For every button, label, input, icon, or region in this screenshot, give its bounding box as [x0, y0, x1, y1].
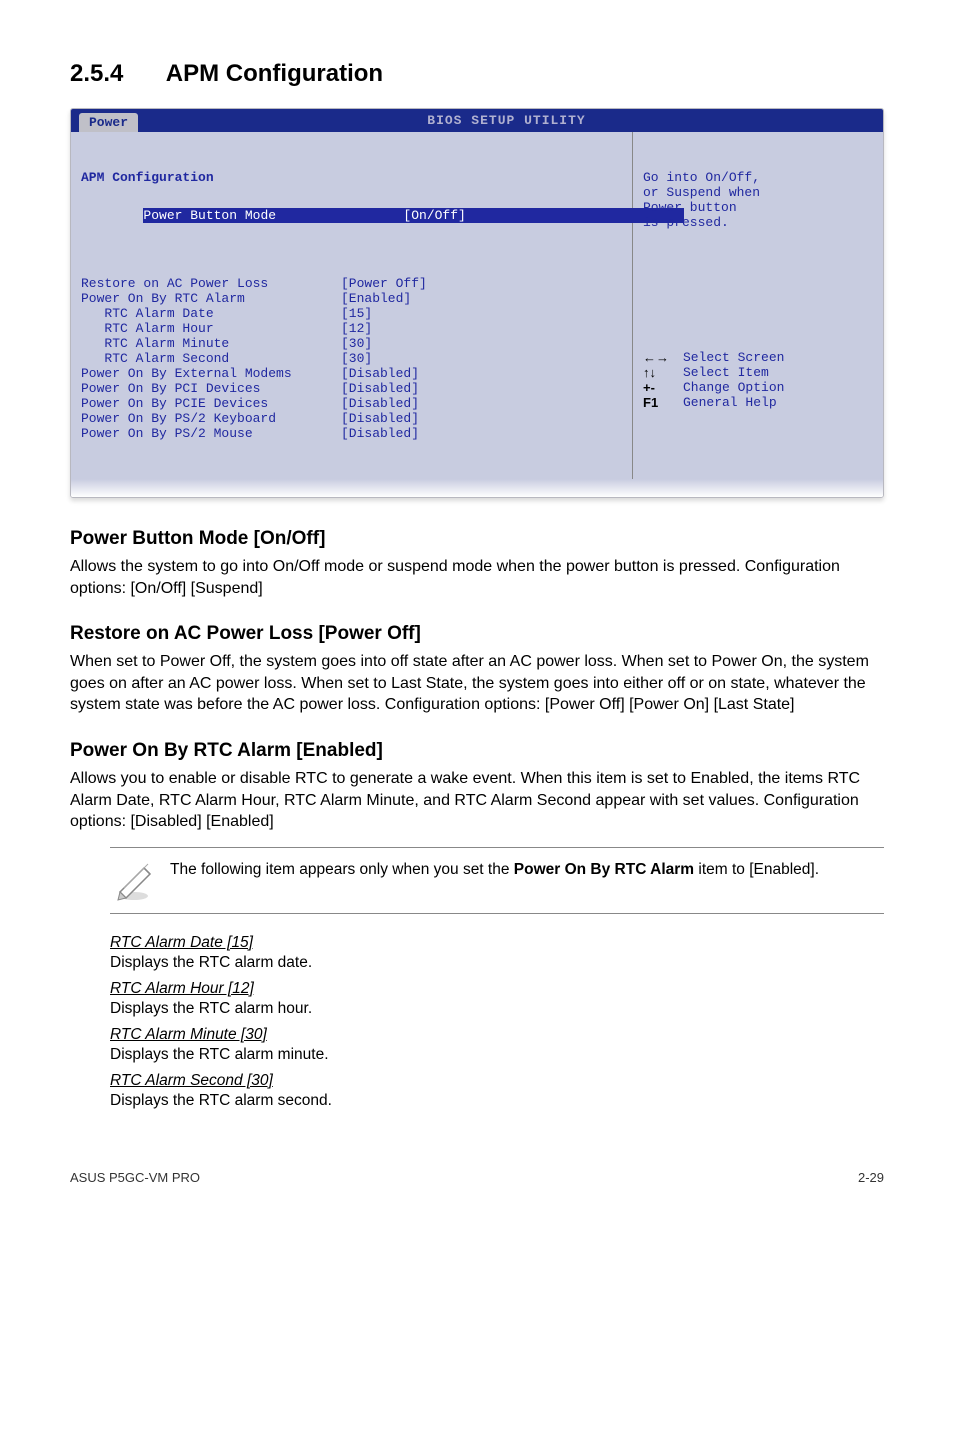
bios-row-label: Restore on AC Power Loss — [81, 276, 341, 291]
bios-screenshot: Power BIOS SETUP UTILITY APM Configurati… — [70, 108, 884, 498]
bios-header-title: BIOS SETUP UTILITY — [138, 113, 875, 132]
bios-selected-value: [On/Off] — [403, 208, 465, 223]
bios-row-label: Power On By External Modems — [81, 366, 341, 381]
bios-row-label: Power On By PS/2 Mouse — [81, 426, 341, 441]
bios-row-value: [Disabled] — [341, 411, 419, 426]
option-desc: Displays the RTC alarm minute. — [110, 1046, 884, 1064]
bios-row: Power On By PS/2 Keyboard[Disabled] — [81, 411, 622, 426]
bios-nav-row: ←→Select Screen — [643, 350, 873, 365]
footer-right: 2-29 — [858, 1170, 884, 1185]
bios-nav-row: F1General Help — [643, 395, 873, 410]
section-number: 2.5.4 — [70, 60, 160, 88]
note-block: The following item appears only when you… — [110, 847, 884, 914]
bios-row-value: [Enabled] — [341, 291, 411, 306]
bios-row: Power On By PCI Devices[Disabled] — [81, 381, 622, 396]
bios-right-panel: Go into On/Off, or Suspend when Power bu… — [633, 132, 883, 479]
bios-nav-desc: Select Item — [683, 365, 769, 380]
bios-row-value: [Disabled] — [341, 426, 419, 441]
bios-header: Power BIOS SETUP UTILITY — [71, 109, 883, 132]
subheading-3: Power On By RTC Alarm [Enabled] — [70, 740, 884, 762]
section-title-text: APM Configuration — [166, 60, 383, 87]
bios-row: RTC Alarm Second[30] — [81, 351, 622, 366]
bios-row-value: [Disabled] — [341, 396, 419, 411]
bios-nav-key: ↑↓ — [643, 365, 683, 380]
section-heading: 2.5.4 APM Configuration — [70, 60, 884, 88]
bios-row-label: Power On By PCI Devices — [81, 381, 341, 396]
bios-nav-desc: Select Screen — [683, 350, 784, 365]
note-text: The following item appears only when you… — [158, 854, 819, 887]
option-name: RTC Alarm Second [30] — [110, 1072, 884, 1090]
bios-nav-key: ←→ — [643, 350, 683, 365]
subheading-2: Restore on AC Power Loss [Power Off] — [70, 623, 884, 645]
footer-left: ASUS P5GC-VM PRO — [70, 1170, 200, 1185]
bios-row-label: RTC Alarm Minute — [81, 336, 341, 351]
note-bold: Power On By RTC Alarm — [514, 861, 694, 878]
bios-row: Power On By RTC Alarm[Enabled] — [81, 291, 622, 306]
bios-panel-title: APM Configuration — [81, 170, 622, 185]
option-desc: Displays the RTC alarm date. — [110, 954, 884, 972]
option-desc: Displays the RTC alarm second. — [110, 1092, 884, 1110]
bios-row-label: Power On By PCIE Devices — [81, 396, 341, 411]
bios-row-label: Power On By RTC Alarm — [81, 291, 341, 306]
option-name: RTC Alarm Date [15] — [110, 934, 884, 952]
bios-row-value: [Power Off] — [341, 276, 427, 291]
bios-nav-desc: Change Option — [683, 380, 784, 395]
bios-selected-row: Power Button Mode[On/Off] — [143, 208, 684, 223]
bios-nav-row: ↑↓Select Item — [643, 365, 873, 380]
bios-row-value: [12] — [341, 321, 372, 336]
note-prefix: The following item appears only when you… — [170, 861, 514, 878]
bios-row: Power On By External Modems[Disabled] — [81, 366, 622, 381]
option-name: RTC Alarm Minute [30] — [110, 1026, 884, 1044]
bios-row-value: [Disabled] — [341, 381, 419, 396]
option-desc: Displays the RTC alarm hour. — [110, 1000, 884, 1018]
bios-row: Restore on AC Power Loss[Power Off] — [81, 276, 622, 291]
subtext-1: Allows the system to go into On/Off mode… — [70, 556, 884, 599]
bios-row: RTC Alarm Hour[12] — [81, 321, 622, 336]
bios-row: Power On By PCIE Devices[Disabled] — [81, 396, 622, 411]
bios-row: RTC Alarm Minute[30] — [81, 336, 622, 351]
bios-selected-label: Power Button Mode — [143, 208, 403, 223]
bios-row-label: Power On By PS/2 Keyboard — [81, 411, 341, 426]
bios-nav-key: +- — [643, 380, 683, 395]
note-suffix: item to [Enabled]. — [694, 861, 819, 878]
bios-row: Power On By PS/2 Mouse[Disabled] — [81, 426, 622, 441]
bios-row-value: [30] — [341, 336, 372, 351]
page-footer: ASUS P5GC-VM PRO 2-29 — [70, 1170, 884, 1185]
bios-row-label: RTC Alarm Second — [81, 351, 341, 366]
option-name: RTC Alarm Hour [12] — [110, 980, 884, 998]
bios-nav-desc: General Help — [683, 395, 777, 410]
bios-tab: Power — [79, 113, 138, 132]
bios-row-label: RTC Alarm Hour — [81, 321, 341, 336]
bios-left-panel: APM Configuration Power Button Mode[On/O… — [71, 132, 633, 479]
bios-row-value: [15] — [341, 306, 372, 321]
bios-row-value: [Disabled] — [341, 366, 419, 381]
bios-nav-row: +-Change Option — [643, 380, 873, 395]
subtext-2: When set to Power Off, the system goes i… — [70, 651, 884, 716]
subtext-3: Allows you to enable or disable RTC to g… — [70, 768, 884, 833]
bios-help-text: Go into On/Off, or Suspend when Power bu… — [643, 170, 873, 320]
bios-row-label: RTC Alarm Date — [81, 306, 341, 321]
bios-row: RTC Alarm Date[15] — [81, 306, 622, 321]
subheading-1: Power Button Mode [On/Off] — [70, 528, 884, 550]
bios-row-value: [30] — [341, 351, 372, 366]
bios-nav-key: F1 — [643, 395, 683, 410]
note-pencil-icon — [110, 854, 158, 907]
